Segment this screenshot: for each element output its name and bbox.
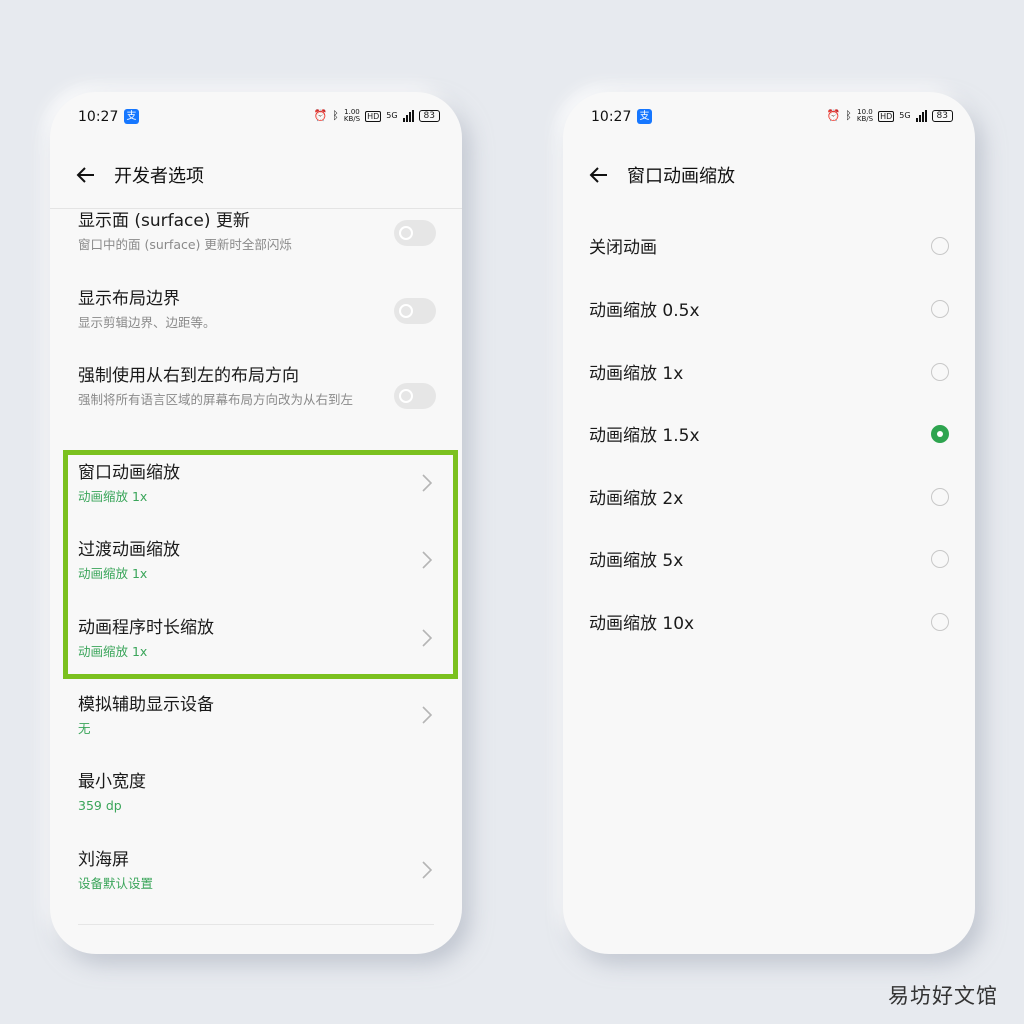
setting-description: 显示剪辑边界、边距等。	[78, 315, 216, 330]
option-animation-off[interactable]: 关闭动画	[589, 233, 953, 263]
signal-icon	[402, 110, 414, 122]
setting-show-layout-bounds[interactable]: 显示布局边界 显示剪辑边界、边距等。	[78, 288, 438, 332]
setting-value: 设备默认设置	[78, 876, 154, 891]
setting-smallest-width[interactable]: 最小宽度 359 dp	[78, 771, 438, 815]
option-label: 关闭动画	[589, 238, 657, 258]
back-arrow-icon[interactable]	[587, 163, 611, 187]
hd-icon: HD	[365, 110, 382, 122]
radio-button[interactable]	[931, 300, 949, 318]
option-label: 动画缩放 2x	[589, 489, 684, 509]
status-time: 10:27	[591, 109, 632, 125]
option-label: 动画缩放 10x	[589, 614, 695, 634]
alipay-icon: 支	[124, 109, 139, 124]
bluetooth-icon: ᛒ	[332, 109, 339, 122]
status-bar: 10:27 支 ⏰ ᛒ 1.00 KB/S HD 5G 83	[78, 108, 440, 130]
phone-screen-developer-options: 10:27 支 ⏰ ᛒ 1.00 KB/S HD 5G 83 开发者选项 显示面 …	[50, 92, 462, 954]
header-divider	[50, 208, 462, 209]
setting-display-cutout[interactable]: 刘海屏 设备默认设置	[78, 849, 438, 893]
back-arrow-icon[interactable]	[74, 163, 98, 187]
page-title: 开发者选项	[114, 166, 204, 187]
setting-description: 窗口中的面 (surface) 更新时全部闪烁	[78, 237, 292, 252]
setting-force-rtl[interactable]: 强制使用从右到左的布局方向 强制将所有语言区域的屏幕布局方向改为从右到左	[78, 365, 438, 409]
net-type: 5G	[386, 111, 398, 120]
hd-icon: HD	[878, 110, 895, 122]
setting-description: 强制将所有语言区域的屏幕布局方向改为从右到左	[78, 392, 354, 407]
radio-button[interactable]	[931, 550, 949, 568]
alarm-icon: ⏰	[313, 109, 328, 122]
radio-button[interactable]	[931, 613, 949, 631]
layout-bounds-toggle[interactable]	[394, 298, 436, 324]
radio-button-selected[interactable]	[931, 425, 949, 443]
chevron-right-icon	[422, 861, 433, 879]
alipay-icon: 支	[637, 109, 652, 124]
highlight-box	[63, 450, 458, 679]
setting-title: 显示面 (surface) 更新	[78, 211, 250, 231]
alarm-icon: ⏰	[826, 109, 841, 122]
radio-button[interactable]	[931, 237, 949, 255]
setting-title: 模拟辅助显示设备	[78, 695, 214, 715]
setting-title: 强制使用从右到左的布局方向	[78, 366, 299, 386]
radio-button[interactable]	[931, 488, 949, 506]
setting-title: 刘海屏	[78, 850, 129, 870]
chevron-right-icon	[422, 706, 433, 724]
bottom-divider	[78, 924, 434, 925]
status-time: 10:27	[78, 109, 119, 125]
setting-title: 最小宽度	[78, 772, 146, 792]
setting-value: 无	[78, 721, 91, 736]
battery-icon: 83	[931, 110, 953, 122]
network-speed: 10.0 KB/S	[856, 108, 874, 123]
network-speed: 1.00 KB/S	[343, 108, 361, 123]
option-scale-1-5x[interactable]: 动画缩放 1.5x	[589, 421, 953, 451]
watermark-text: 易坊好文馆	[888, 984, 998, 1008]
setting-value: 359 dp	[78, 798, 122, 813]
option-scale-5x[interactable]: 动画缩放 5x	[589, 546, 953, 576]
setting-title: 显示布局边界	[78, 289, 180, 309]
option-label: 动画缩放 1.5x	[589, 426, 700, 446]
option-scale-1x[interactable]: 动画缩放 1x	[589, 359, 953, 389]
option-label: 动画缩放 0.5x	[589, 301, 700, 321]
surface-updates-toggle[interactable]	[394, 220, 436, 246]
option-label: 动画缩放 5x	[589, 551, 684, 571]
option-scale-10x[interactable]: 动画缩放 10x	[589, 609, 953, 639]
force-rtl-toggle[interactable]	[394, 383, 436, 409]
status-bar: 10:27 支 ⏰ ᛒ 10.0 KB/S HD 5G 83	[591, 108, 953, 130]
setting-show-surface-updates[interactable]: 显示面 (surface) 更新 窗口中的面 (surface) 更新时全部闪烁	[78, 210, 438, 254]
page-title: 窗口动画缩放	[627, 166, 735, 187]
setting-simulate-secondary-display[interactable]: 模拟辅助显示设备 无	[78, 694, 438, 738]
battery-icon: 83	[418, 110, 440, 122]
option-scale-0-5x[interactable]: 动画缩放 0.5x	[589, 296, 953, 326]
option-label: 动画缩放 1x	[589, 364, 684, 384]
net-type: 5G	[899, 111, 911, 120]
phone-screen-window-animation-scale: 10:27 支 ⏰ ᛒ 10.0 KB/S HD 5G 83 窗口动画缩放 关闭动…	[563, 92, 975, 954]
bluetooth-icon: ᛒ	[845, 109, 852, 122]
option-scale-2x[interactable]: 动画缩放 2x	[589, 484, 953, 514]
signal-icon	[915, 110, 927, 122]
radio-button[interactable]	[931, 363, 949, 381]
